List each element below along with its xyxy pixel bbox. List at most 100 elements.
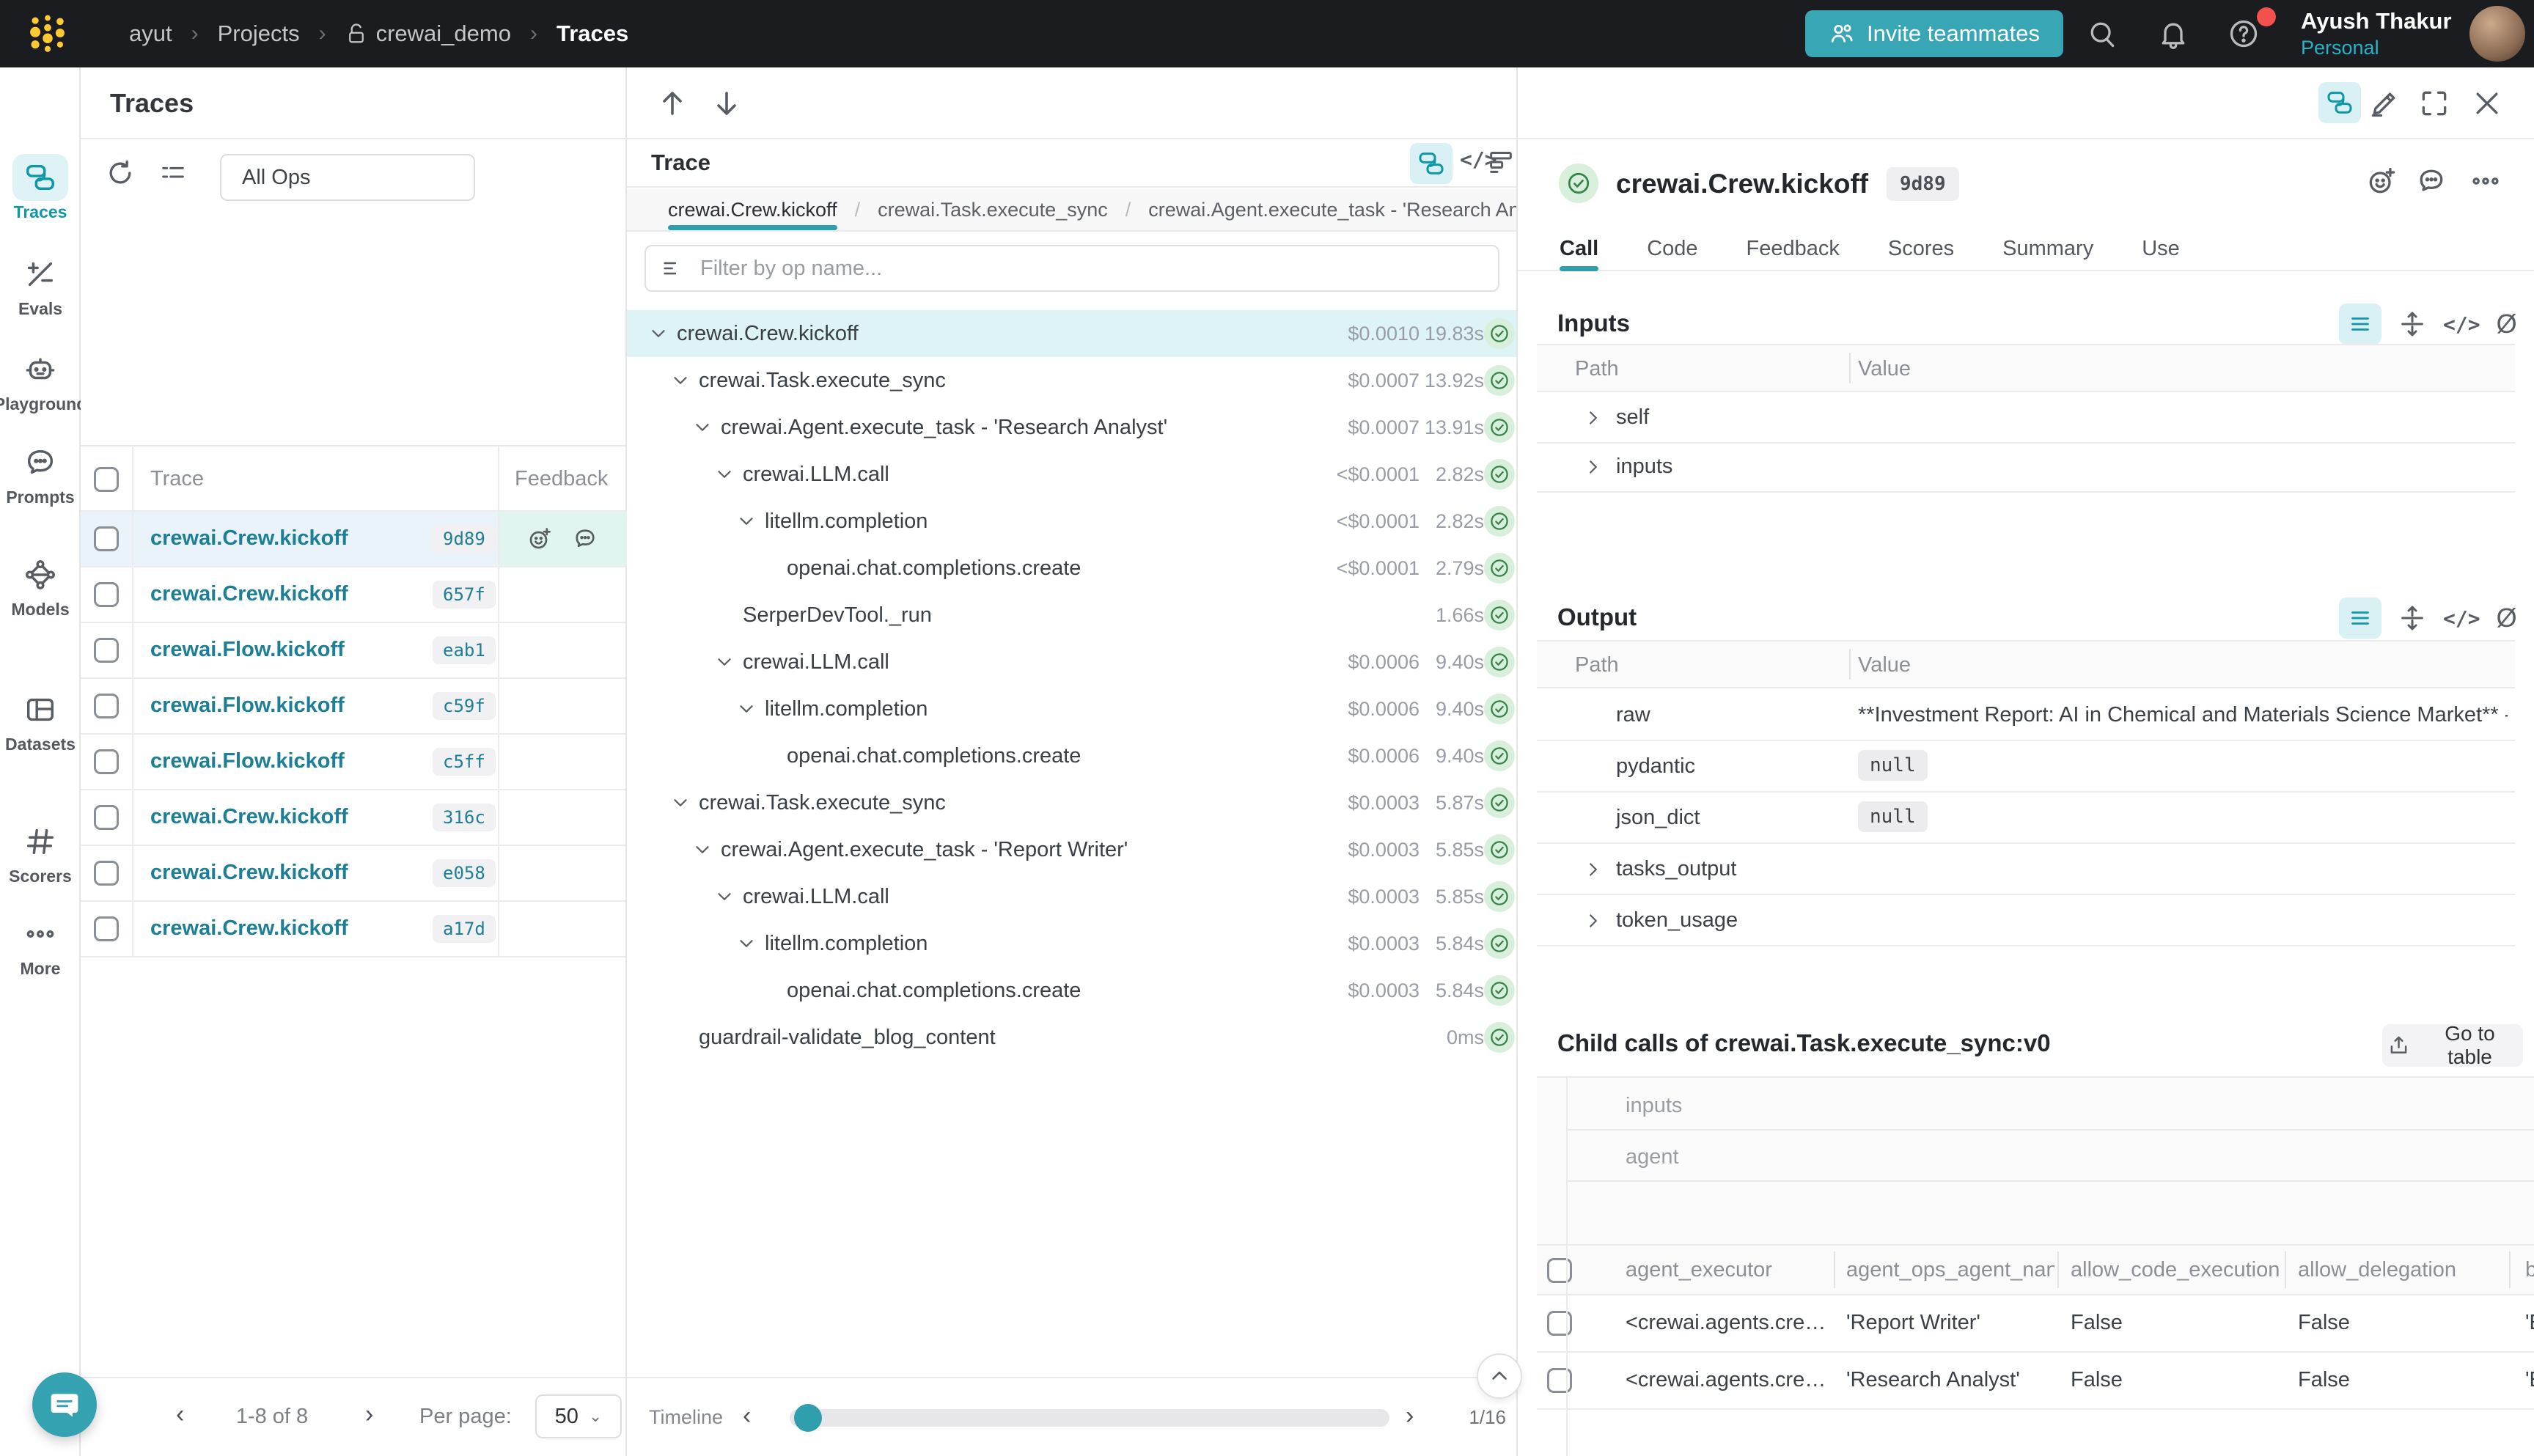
chevron-down-icon[interactable] (691, 416, 721, 438)
show-tree-toggle[interactable] (2318, 82, 2361, 123)
call-tree-row[interactable]: crewai.LLM.call <$0.0001 2.82s (627, 451, 1516, 498)
output-row[interactable]: pydantic null (1537, 741, 2515, 793)
call-tree-row[interactable]: openai.chat.completions.create $0.0003 5… (627, 967, 1516, 1014)
hide-values-icon[interactable]: Ø (2497, 605, 2517, 631)
column-header[interactable]: b (2525, 1258, 2534, 1282)
table-row[interactable]: crewai.Crew.kickoff 316c (81, 790, 625, 846)
input-row[interactable]: self (1537, 392, 2515, 444)
call-tree-row[interactable]: crewai.Agent.execute_task - 'Report Writ… (627, 826, 1516, 873)
trace-name[interactable]: crewai.Flow.kickoff (150, 638, 345, 662)
child-call-row[interactable]: <crewai.agents.cre… 'Report Writer' Fals… (1537, 1295, 2534, 1353)
go-to-table-button[interactable]: Go to table (2382, 1024, 2523, 1067)
next-page-icon[interactable]: › (365, 1402, 373, 1427)
sidebar-item-more[interactable]: More (0, 911, 81, 979)
chevron-down-icon[interactable] (713, 886, 743, 908)
detail-tab[interactable]: Code (1647, 227, 1697, 270)
timeline-slider-handle[interactable] (794, 1404, 822, 1432)
sidebar-item-scorers[interactable]: Scorers (0, 818, 81, 886)
detail-tab[interactable]: Scores (1888, 227, 1954, 270)
search-icon[interactable] (2086, 16, 2121, 51)
row-checkbox[interactable] (94, 582, 119, 607)
row-checkbox[interactable] (1547, 1368, 1572, 1393)
table-row[interactable]: crewai.Crew.kickoff e058 (81, 846, 625, 902)
chevron-right-icon[interactable] (1582, 858, 1604, 880)
select-all-checkbox[interactable] (1547, 1258, 1572, 1283)
chevron-right-icon[interactable] (1582, 456, 1604, 478)
op-name-filter[interactable] (644, 245, 1499, 292)
detail-tab[interactable]: Summary (2002, 227, 2093, 270)
column-header[interactable]: allow_delegation (2298, 1258, 2511, 1282)
row-checkbox[interactable] (94, 638, 119, 663)
chevron-down-icon[interactable] (669, 792, 699, 814)
ops-filter-select[interactable]: All Ops (220, 154, 475, 201)
chevron-down-icon[interactable] (669, 369, 699, 391)
call-tree-row[interactable]: litellm.completion $0.0003 5.84s (627, 920, 1516, 967)
row-checkbox[interactable] (1547, 1311, 1572, 1336)
previous-call-arrow-up-icon[interactable] (655, 86, 690, 121)
expand-collapse-rows-icon[interactable] (2398, 603, 2427, 633)
table-row[interactable]: crewai.Crew.kickoff a17d (81, 902, 625, 957)
prev-page-icon[interactable]: ‹ (176, 1402, 184, 1427)
chat-support-button[interactable] (32, 1372, 97, 1437)
refresh-icon[interactable] (104, 157, 136, 189)
output-row[interactable]: tasks_output (1537, 844, 2515, 895)
tree-view-toggle[interactable] (1410, 143, 1453, 184)
breadcrumb-projects[interactable]: Projects (218, 21, 300, 47)
sidebar-item-prompts[interactable]: Prompts (0, 439, 81, 507)
row-checkbox[interactable] (94, 526, 119, 551)
avatar[interactable] (2469, 6, 2525, 62)
code-view-icon[interactable]: </> (2443, 312, 2480, 337)
next-call-arrow-down-icon[interactable] (709, 86, 744, 121)
call-tree-row[interactable]: crewai.Crew.kickoff $0.0010 19.83s (627, 310, 1516, 357)
input-row[interactable]: inputs (1537, 441, 2515, 493)
trace-name[interactable]: crewai.Flow.kickoff (150, 749, 345, 773)
call-tree-row[interactable]: crewai.LLM.call $0.0006 9.40s (627, 639, 1516, 685)
call-tree-row[interactable]: SerperDevTool._run 1.66s (627, 592, 1516, 639)
op-tab-agent-execute[interactable]: crewai.Agent.execute_task - 'Research An… (1148, 189, 1516, 230)
chevron-down-icon[interactable] (735, 698, 765, 720)
expand-collapse-rows-icon[interactable] (2398, 309, 2427, 339)
trace-name[interactable]: crewai.Flow.kickoff (150, 694, 345, 718)
call-tree-row[interactable]: guardrail-validate_blog_content 0ms (627, 1014, 1516, 1061)
op-tab-task-execute[interactable]: crewai.Task.execute_sync (878, 189, 1108, 230)
row-checkbox[interactable] (94, 694, 119, 718)
call-tree-row[interactable]: openai.chat.completions.create $0.0006 9… (627, 732, 1516, 779)
chevron-right-icon[interactable] (1582, 407, 1604, 429)
select-all-checkbox[interactable] (94, 467, 119, 492)
output-row[interactable]: raw **Investment Report: AI in Chemical … (1537, 690, 2515, 741)
row-checkbox[interactable] (94, 861, 119, 886)
comment-icon[interactable] (572, 526, 598, 552)
trace-name[interactable]: crewai.Crew.kickoff (150, 805, 348, 829)
call-tree-row[interactable]: openai.chat.completions.create <$0.0001 … (627, 545, 1516, 592)
sidebar-item-evals[interactable]: Evals (0, 251, 81, 319)
call-tree-row[interactable]: crewai.Agent.execute_task - 'Research An… (627, 404, 1516, 451)
child-call-row[interactable]: <crewai.agents.cre… 'Research Analyst' F… (1537, 1353, 2534, 1410)
per-page-select[interactable]: 50 ⌄ (535, 1394, 622, 1438)
table-row[interactable]: crewai.Flow.kickoff c5ff (81, 735, 625, 790)
table-row[interactable]: crewai.Crew.kickoff 9d89 (81, 512, 625, 567)
sidebar-item-traces[interactable]: Traces (0, 154, 81, 222)
call-tree-row[interactable]: litellm.completion <$0.0001 2.82s (627, 498, 1516, 545)
call-tree-row[interactable]: litellm.completion $0.0006 9.40s (627, 685, 1516, 732)
column-header[interactable]: agent_executor (1626, 1258, 1834, 1282)
call-tree-row[interactable]: crewai.LLM.call $0.0003 5.85s (627, 873, 1516, 920)
add-reaction-icon[interactable] (2365, 165, 2398, 197)
call-tree-row[interactable]: crewai.Task.execute_sync $0.0007 13.92s (627, 357, 1516, 404)
chevron-down-icon[interactable] (735, 510, 765, 532)
detail-tab[interactable]: Feedback (1747, 227, 1840, 270)
edit-pencil-icon[interactable] (2368, 87, 2401, 120)
trace-name[interactable]: crewai.Crew.kickoff (150, 582, 348, 606)
timeline-prev-icon[interactable]: ‹ (743, 1403, 751, 1428)
output-row[interactable]: json_dict null (1537, 793, 2515, 844)
list-view-toggle[interactable] (2339, 304, 2381, 345)
sidebar-item-datasets[interactable]: Datasets (0, 686, 81, 754)
column-header-feedback[interactable]: Feedback (515, 467, 608, 491)
table-row[interactable]: crewai.Crew.kickoff 657f (81, 567, 625, 623)
trace-name[interactable]: crewai.Crew.kickoff (150, 916, 348, 941)
call-id-badge[interactable]: 9d89 (1887, 167, 1959, 201)
fullscreen-icon[interactable] (2418, 87, 2450, 120)
column-header[interactable]: agent_ops_agent_nan (1846, 1258, 2054, 1282)
close-icon[interactable] (2471, 87, 2503, 120)
column-header-trace[interactable]: Trace (150, 467, 204, 491)
chevron-down-icon[interactable] (713, 651, 743, 673)
